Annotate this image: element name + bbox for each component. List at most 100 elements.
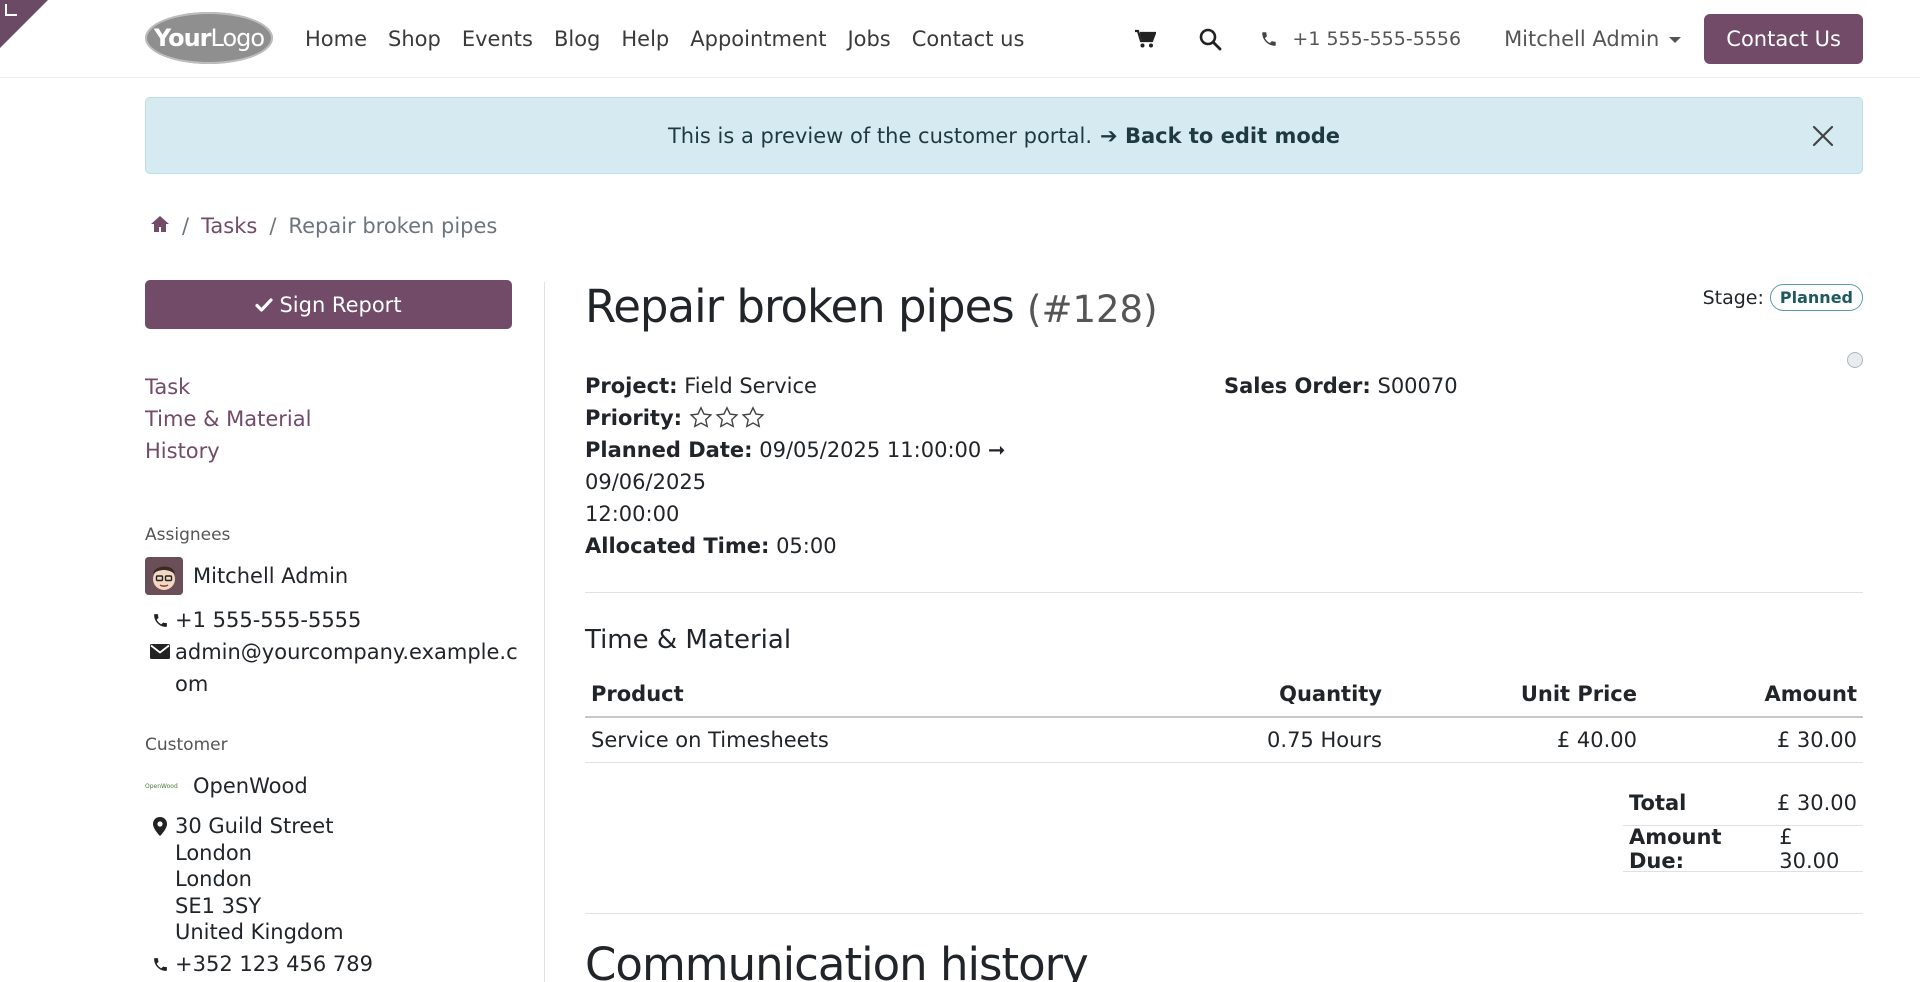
customer-name: OpenWood — [193, 774, 308, 798]
divider — [585, 592, 1863, 593]
user-menu[interactable]: Mitchell Admin — [1504, 27, 1682, 51]
nav-shop[interactable]: Shop — [388, 27, 441, 51]
phone-icon — [1262, 32, 1277, 46]
totals: Total £ 30.00 Amount Due: £ 30.00 — [1623, 780, 1863, 873]
address-line: London — [175, 867, 252, 891]
nav-right: +1 555-555-5556 Mitchell Admin Contact U… — [1130, 0, 1920, 78]
nav-events[interactable]: Events — [462, 27, 533, 51]
sidebar: Sign Report Task Time & Material History… — [145, 280, 518, 976]
nav-appointment[interactable]: Appointment — [690, 27, 826, 51]
header-phone[interactable]: +1 555-555-5556 — [1260, 28, 1461, 50]
chevron-down-icon — [1669, 37, 1682, 43]
total-label: Total — [1629, 790, 1687, 815]
breadcrumb-current: Repair broken pipes — [288, 214, 498, 238]
allocated-time-field: Allocated Time: 05:00 — [585, 530, 1125, 562]
customer-label: Customer — [145, 735, 228, 755]
assignee-phone[interactable]: +1 555-555-5555 — [175, 604, 361, 636]
star-icon — [715, 406, 739, 428]
field-label: Project: — [585, 374, 678, 398]
task-number: (#128) — [1027, 288, 1158, 331]
side-nav-task[interactable]: Task — [145, 371, 512, 403]
breadcrumb-separator: / — [182, 214, 190, 238]
main-nav: Home Shop Events Blog Help Appointment J… — [305, 0, 1045, 78]
nav-blog[interactable]: Blog — [554, 27, 600, 51]
assignee-email[interactable]: admin@yourcompany.example.c om — [175, 636, 518, 700]
check-icon — [255, 297, 274, 312]
star-icon — [741, 406, 765, 428]
contact-us-button[interactable]: Contact Us — [1704, 14, 1863, 64]
assignee-phone-row: +1 555-555-5555 — [145, 604, 361, 636]
assignee-email-line-2: om — [175, 672, 209, 696]
header-phone-text: +1 555-555-5556 — [1292, 28, 1462, 50]
cell-amount: £ 30.00 — [1643, 717, 1863, 763]
assignee-name: Mitchell Admin — [193, 564, 349, 588]
assignee: Mitchell Admin — [145, 557, 348, 595]
logo-text-light: Logo — [210, 24, 266, 52]
time-material-table: Product Quantity Unit Price Amount Servi… — [585, 672, 1863, 763]
fields-left: Project: Field Service Priority: Planned… — [585, 370, 1125, 562]
amount-due-value: £ 30.00 — [1779, 824, 1840, 873]
side-nav-time-material[interactable]: Time & Material — [145, 403, 512, 435]
assignee-email-line-1: admin@yourcompany.example.c — [175, 640, 518, 664]
site-header: Your Logo Home Shop Events Blog Help Appo… — [0, 0, 1920, 78]
field-label: Allocated Time: — [585, 534, 770, 558]
priority-field: Priority: — [585, 402, 1125, 434]
envelope-icon — [145, 636, 175, 700]
back-to-edit-link[interactable]: ➔ Back to edit mode — [1100, 124, 1340, 148]
column-header-quantity: Quantity — [1188, 672, 1388, 718]
project-value: Field Service — [684, 374, 817, 398]
address-line: SE1 3SY — [175, 893, 262, 918]
company-logo: OpenWood — [145, 767, 183, 805]
stage: Stage: Planned — [1703, 284, 1863, 311]
logo-text-bold: Your — [153, 24, 212, 52]
close-icon[interactable] — [1808, 121, 1838, 151]
map-marker-icon — [145, 813, 175, 946]
customer-phone-row: +352 123 456 789 — [145, 948, 373, 980]
breadcrumb-separator: / — [269, 214, 277, 238]
breadcrumb: / Tasks / Repair broken pipes — [150, 214, 497, 238]
site-logo[interactable]: Your Logo — [145, 12, 273, 64]
star-icon — [689, 406, 713, 428]
sign-report-label: Sign Report — [279, 292, 402, 317]
amount-due-label: Amount Due: — [1629, 824, 1722, 873]
customer-phone[interactable]: +352 123 456 789 — [175, 948, 373, 980]
fields-right: Sales Order: S00070 — [1224, 370, 1458, 402]
table-header-row: Product Quantity Unit Price Amount — [585, 672, 1863, 718]
divider — [585, 913, 1863, 914]
field-label: Priority: — [585, 406, 683, 430]
priority-stars — [689, 406, 765, 428]
side-nav: Task Time & Material History — [145, 371, 512, 467]
cell-unit-price: £ 40.00 — [1388, 717, 1643, 763]
phone-icon — [145, 948, 175, 980]
address-line: United Kingdom — [175, 920, 344, 944]
address-line: London — [175, 840, 252, 865]
nav-contact-us[interactable]: Contact us — [912, 27, 1025, 51]
avatar — [145, 557, 183, 595]
nav-help[interactable]: Help — [621, 27, 669, 51]
home-icon[interactable] — [150, 214, 170, 238]
sign-report-button[interactable]: Sign Report — [145, 280, 512, 329]
sales-order-field: Sales Order: S00070 — [1224, 370, 1458, 402]
search-icon[interactable] — [1195, 24, 1225, 54]
planned-date-value-2: 12:00:00 — [585, 502, 680, 526]
user-name: Mitchell Admin — [1504, 27, 1660, 51]
corner-icon — [5, 4, 17, 16]
kanban-state-icon — [1847, 352, 1863, 368]
alert-text: This is a preview of the customer portal… — [667, 123, 1093, 148]
assignee-email-row: admin@yourcompany.example.c om — [145, 636, 518, 700]
column-header-unit-price: Unit Price — [1388, 672, 1643, 718]
nav-jobs[interactable]: Jobs — [847, 27, 890, 51]
nav-home[interactable]: Home — [305, 27, 367, 51]
communication-history-title: Communication history — [585, 938, 1089, 982]
stage-label: Stage: — [1702, 286, 1764, 309]
edit-corner-ribbon[interactable] — [0, 0, 48, 48]
breadcrumb-tasks[interactable]: Tasks — [201, 214, 257, 238]
assignees-label: Assignees — [145, 525, 231, 545]
address-line: 30 Guild Street — [175, 814, 334, 838]
company-logo-text: OpenWood — [145, 782, 178, 790]
cart-icon[interactable] — [1130, 24, 1160, 54]
side-nav-history[interactable]: History — [145, 435, 512, 467]
column-header-product: Product — [585, 672, 1188, 718]
preview-alert: This is a preview of the customer portal… — [145, 97, 1863, 174]
field-label: Planned Date: — [585, 438, 753, 462]
